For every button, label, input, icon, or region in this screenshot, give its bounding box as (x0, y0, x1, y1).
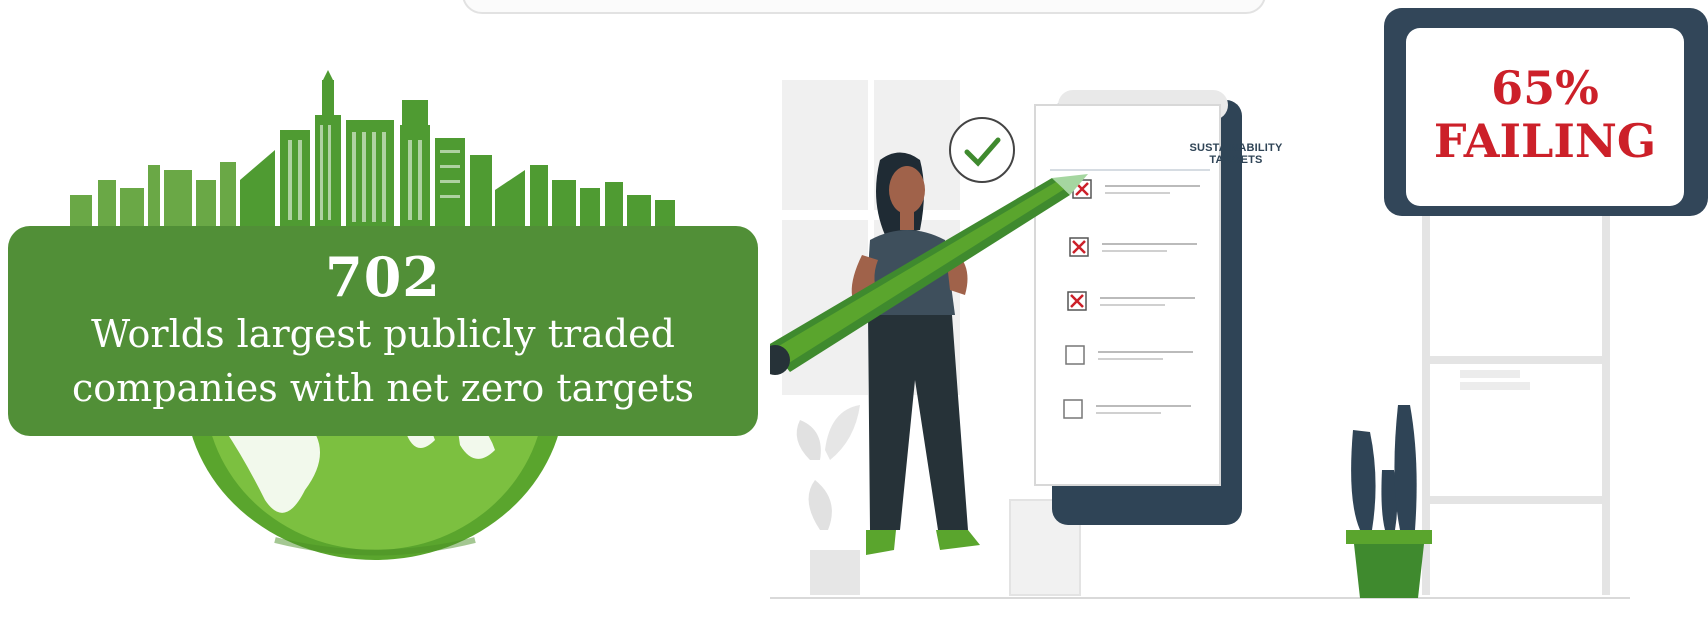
checklist-title: SUSTAINABILITY TARGETS (1189, 142, 1283, 166)
stat-caption-line1: Worlds largest publicly traded (91, 312, 675, 356)
woman-figure-icon (851, 152, 980, 555)
city-skyline-icon (70, 70, 675, 230)
cactus-icon (1346, 405, 1432, 598)
net-zero-stat-card: 702 Worlds largest publicly traded compa… (8, 226, 758, 436)
failing-stat-card: 65% FAILING (1384, 8, 1708, 216)
shelf-icon (1422, 210, 1610, 595)
stat-caption-line2: companies with net zero targets (72, 366, 694, 410)
checkmark-bubble-icon (949, 117, 1015, 183)
top-decorative-bar (462, 0, 1266, 14)
failing-percent: 65% (1491, 61, 1599, 115)
infographic: 702 Worlds largest publicly traded compa… (0, 0, 1708, 632)
failing-stat-inner: 65% FAILING (1406, 28, 1684, 206)
failing-label: FAILING (1433, 114, 1657, 168)
company-count: 702 (325, 245, 441, 309)
plant-icon (796, 405, 860, 595)
